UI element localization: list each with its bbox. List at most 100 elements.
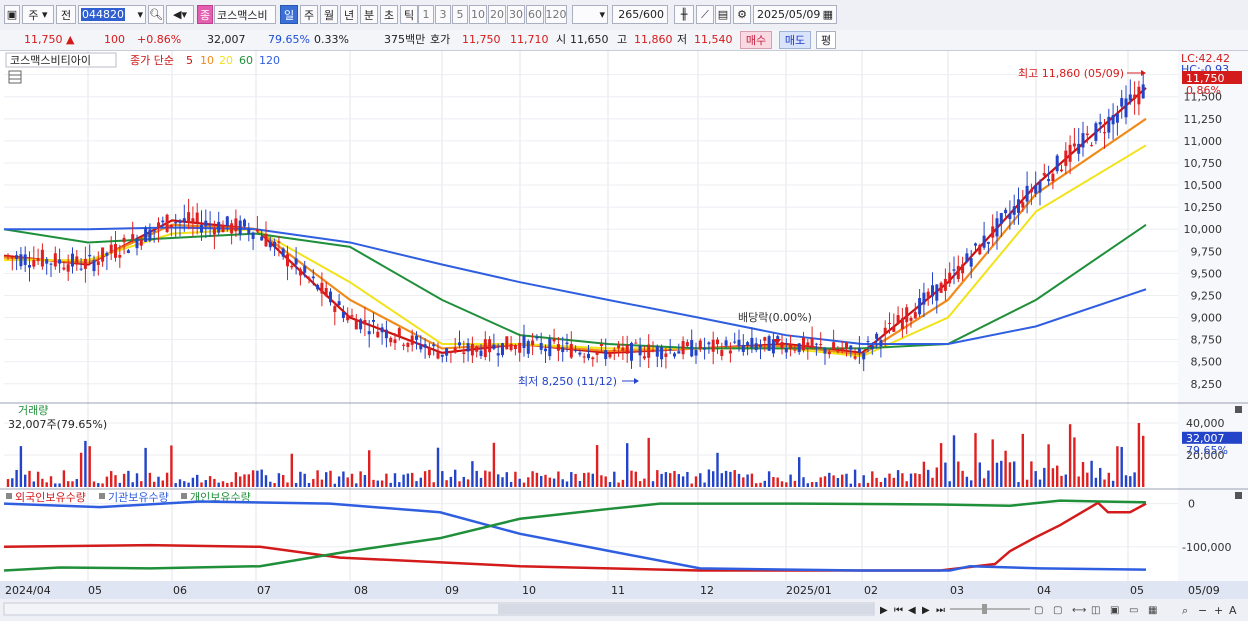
count-input[interactable]: 265/600 — [612, 5, 668, 24]
period-tab-0[interactable]: 일 — [280, 5, 298, 24]
price-axis-tick: 11,250 — [1184, 113, 1223, 126]
volume-bar — [509, 481, 513, 487]
nav-button-2[interactable]: ◀ — [908, 605, 916, 616]
eval-button[interactable]: 평 — [816, 31, 836, 49]
volume-panel-close-icon[interactable] — [1235, 406, 1242, 413]
interval-button-5[interactable]: 5 — [452, 5, 468, 24]
volume-bar — [153, 481, 156, 487]
ask-price: 11,750 — [462, 33, 501, 46]
period-tab-4[interactable]: 분 — [360, 5, 378, 24]
save-icon[interactable]: ▤ — [715, 5, 731, 24]
market-type-select[interactable]: 주 ▾ — [22, 5, 54, 24]
tool-icon-1[interactable]: ▢ — [1053, 605, 1062, 616]
volume-bar — [875, 477, 878, 487]
interval-dropdown[interactable]: ▾ — [572, 5, 608, 24]
date-input[interactable]: 2025/05/09 ▦ — [753, 5, 837, 24]
volume-bar — [832, 475, 835, 487]
candle-body — [320, 282, 324, 294]
candle-body — [647, 344, 651, 358]
volume-bar — [789, 474, 792, 487]
candle-body — [716, 339, 719, 345]
nav-button-4[interactable]: ⏭ — [936, 605, 945, 616]
tool-icon-6[interactable]: ▦ — [1148, 605, 1157, 616]
candle-body — [397, 328, 401, 336]
volume-bar — [41, 478, 44, 487]
x-axis-label: 11 — [611, 584, 625, 597]
candle-body — [346, 314, 350, 321]
period-tab-1[interactable]: 주 — [300, 5, 318, 24]
sell-button[interactable]: 매도 — [779, 31, 811, 49]
x-axis-label: 08 — [354, 584, 368, 597]
price-axis-tick: 10,250 — [1184, 201, 1223, 214]
interval-button-60[interactable]: 60 — [526, 5, 544, 24]
stock-chart[interactable]: 11,50011,25011,00010,75010,50010,25010,0… — [0, 51, 1248, 621]
nav-button-3[interactable]: ▶ — [922, 605, 930, 616]
volume-value: 32,007 — [207, 33, 246, 46]
candle-body — [771, 339, 775, 354]
font-size-icon[interactable]: A — [1229, 604, 1237, 617]
candle-body — [492, 344, 496, 349]
tool-icon-3[interactable]: ◫ — [1091, 605, 1100, 616]
volume-bar — [458, 481, 461, 487]
magnifier-icon[interactable]: ⌕ — [1182, 604, 1188, 617]
candle-body — [105, 252, 109, 256]
nav-button-0[interactable]: ▶ — [880, 605, 888, 616]
interval-button-3[interactable]: 3 — [435, 5, 451, 24]
zoom-slider-handle[interactable] — [982, 604, 987, 614]
volume-bar — [380, 480, 384, 487]
prev-button[interactable]: 전 — [56, 5, 76, 24]
candle-body — [561, 347, 565, 353]
search-icon[interactable]: 🔍︎ — [148, 5, 164, 24]
tool-icon-0[interactable]: ▢ — [1034, 605, 1043, 616]
interval-button-20[interactable]: 20 — [488, 5, 506, 24]
price-axis-tick: 9,750 — [1191, 245, 1223, 258]
volume-bar — [1068, 424, 1072, 487]
volume-bar — [810, 482, 814, 487]
window-menu-icon[interactable]: ▣ — [4, 5, 20, 24]
volume-bar — [316, 470, 319, 487]
line-tool-icon[interactable]: ⟋ — [696, 5, 714, 24]
volume-bar — [660, 473, 663, 487]
period-tab-3[interactable]: 년 — [340, 5, 358, 24]
price-change-pct: +0.86% — [137, 33, 182, 46]
period-tab-5[interactable]: 초 — [380, 5, 398, 24]
candle-body — [1141, 84, 1145, 99]
turnover-rate: 0.33% — [314, 33, 349, 46]
period-tab-6[interactable]: 틱 — [400, 5, 418, 24]
speaker-icon[interactable]: ◀▾ — [166, 5, 194, 24]
stock-code-input[interactable]: 044820 ▾ — [78, 5, 146, 24]
table-icon[interactable] — [8, 70, 22, 84]
candle-body — [939, 282, 943, 293]
candle-body — [630, 342, 633, 361]
quote-label: 호가 — [430, 33, 451, 46]
candlestick-icon[interactable]: ╫ — [674, 5, 694, 24]
scrollbar-thumb[interactable] — [498, 604, 874, 614]
candle-body — [892, 326, 896, 332]
highlight-tag[interactable]: 종 — [197, 5, 213, 24]
nav-button-1[interactable]: ⏮ — [894, 605, 903, 616]
volume-bar — [359, 471, 362, 487]
candle-body — [268, 241, 272, 248]
price-axis-tick: 8,750 — [1191, 334, 1223, 347]
tool-icon-2[interactable]: ⟷ — [1072, 605, 1086, 616]
zoom-in-icon[interactable]: + — [1214, 604, 1223, 617]
interval-button-120[interactable]: 120 — [545, 5, 567, 24]
buy-button[interactable]: 매수 — [740, 31, 772, 49]
candle-body — [36, 258, 40, 261]
interval-button-1[interactable]: 1 — [418, 5, 434, 24]
holding-panel-close-icon[interactable] — [1235, 492, 1242, 499]
interval-button-10[interactable]: 10 — [469, 5, 487, 24]
volume-bar — [871, 471, 874, 487]
volume-bar — [1133, 472, 1136, 487]
interval-button-30[interactable]: 30 — [507, 5, 525, 24]
zoom-out-icon[interactable]: − — [1198, 604, 1207, 617]
candle-body — [522, 336, 526, 349]
tool-icon-5[interactable]: ▭ — [1129, 605, 1138, 616]
gear-icon[interactable]: ⚙ — [733, 5, 751, 24]
candle-body — [810, 338, 814, 348]
candle-body — [827, 351, 831, 355]
volume-bar — [251, 470, 255, 487]
x-axis-right-label: 05/09 — [1188, 584, 1220, 597]
period-tab-2[interactable]: 월 — [320, 5, 338, 24]
tool-icon-4[interactable]: ▣ — [1110, 605, 1119, 616]
